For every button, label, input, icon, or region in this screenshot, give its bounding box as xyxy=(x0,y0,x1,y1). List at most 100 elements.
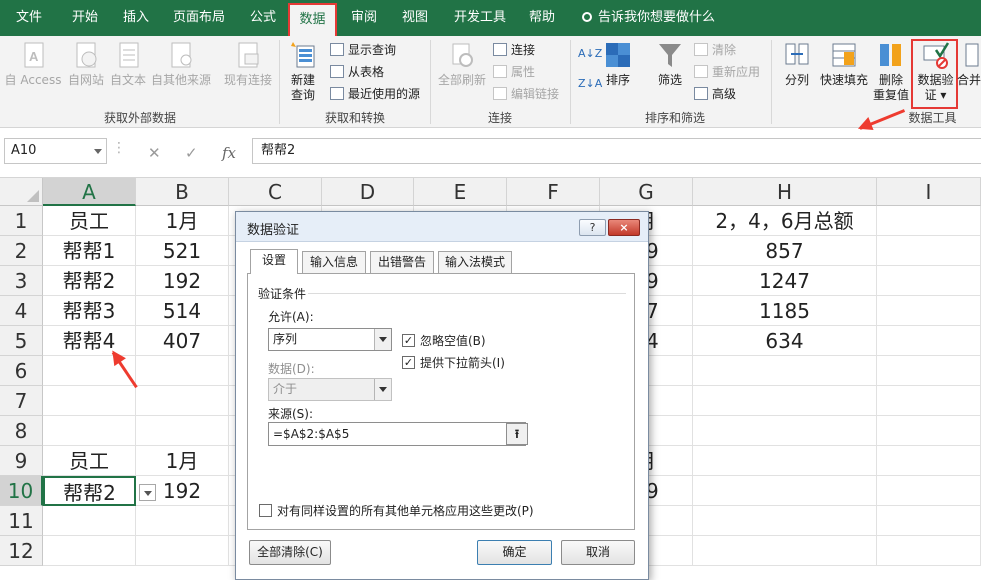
cell-h9[interactable] xyxy=(693,446,877,476)
cell-a9[interactable]: 员工 xyxy=(43,446,136,476)
cell-a4[interactable]: 帮帮3 xyxy=(43,296,136,326)
cell-h11[interactable] xyxy=(693,506,877,536)
source-input[interactable]: =$A$2:$A$5 xyxy=(268,422,526,446)
tab-developer[interactable]: 开发工具 xyxy=(444,0,516,36)
cell-i11[interactable] xyxy=(877,506,981,536)
tab-page-layout[interactable]: 页面布局 xyxy=(162,0,236,36)
cell-b2[interactable]: 521 xyxy=(136,236,229,266)
cell-i3[interactable] xyxy=(877,266,981,296)
data-select[interactable]: 介于 xyxy=(268,378,392,401)
row-header-6[interactable]: 6 xyxy=(0,356,43,386)
tab-error-alert[interactable]: 出错警告 xyxy=(370,251,434,273)
connections-button[interactable]: 连接 xyxy=(493,40,535,60)
cell-dropdown-arrow-icon[interactable] xyxy=(139,484,156,501)
row-header-8[interactable]: 8 xyxy=(0,416,43,446)
cell-h6[interactable] xyxy=(693,356,877,386)
sort-button[interactable]: 排序 xyxy=(601,40,635,88)
chevron-down-icon[interactable] xyxy=(374,379,391,400)
existing-connections-button[interactable]: 现有连接 xyxy=(220,40,276,88)
cell-a5[interactable]: 帮帮4 xyxy=(43,326,136,356)
cell-b4[interactable]: 514 xyxy=(136,296,229,326)
from-web-button[interactable]: 自网站 xyxy=(64,40,108,88)
column-header-d[interactable]: D xyxy=(322,178,414,206)
edit-links-button[interactable]: 编辑链接 xyxy=(493,84,559,104)
cell-b8[interactable] xyxy=(136,416,229,446)
from-other-sources-button[interactable]: 自其他来源 xyxy=(148,40,214,88)
cell-h4[interactable]: 1185 xyxy=(693,296,877,326)
cell-i1[interactable] xyxy=(877,206,981,236)
row-header-7[interactable]: 7 xyxy=(0,386,43,416)
column-header-c[interactable]: C xyxy=(229,178,322,206)
from-access-button[interactable]: A 自 Access xyxy=(4,40,62,88)
cell-a8[interactable] xyxy=(43,416,136,446)
sort-descending-button[interactable]: Z↓A xyxy=(578,74,602,94)
row-header-3[interactable]: 3 xyxy=(0,266,43,296)
recent-sources-button[interactable]: 最近使用的源 xyxy=(330,84,420,104)
chevron-down-icon[interactable] xyxy=(374,329,391,350)
row-header-10[interactable]: 10 xyxy=(0,476,43,506)
tab-help[interactable]: 帮助 xyxy=(520,0,564,36)
cell-i7[interactable] xyxy=(877,386,981,416)
clear-filter-button[interactable]: 清除 xyxy=(694,40,736,60)
tab-insert[interactable]: 插入 xyxy=(112,0,160,36)
tab-settings[interactable]: 设置 xyxy=(250,249,298,274)
formula-input[interactable]: 帮帮2 xyxy=(252,138,981,164)
from-text-button[interactable]: 自文本 xyxy=(108,40,148,88)
row-header-11[interactable]: 11 xyxy=(0,506,43,536)
ok-button[interactable]: 确定 xyxy=(477,540,552,565)
cell-i12[interactable] xyxy=(877,536,981,566)
column-header-h[interactable]: H xyxy=(693,178,877,206)
row-header-1[interactable]: 1 xyxy=(0,206,43,236)
clear-all-button[interactable]: 全部清除(C) xyxy=(249,540,331,565)
cell-a3[interactable]: 帮帮2 xyxy=(43,266,136,296)
remove-duplicates-button[interactable]: 删除 重复值 xyxy=(870,40,912,103)
column-header-a[interactable]: A xyxy=(43,178,136,206)
tab-home[interactable]: 开始 xyxy=(60,0,110,36)
cell-b1[interactable]: 1月 xyxy=(136,206,229,236)
in-cell-dropdown-checkbox[interactable]: ✓ xyxy=(402,356,415,369)
tab-view[interactable]: 视图 xyxy=(392,0,438,36)
cell-h1[interactable]: 2，4，6月总额 xyxy=(693,206,877,236)
sort-ascending-button[interactable]: A↓Z xyxy=(578,44,602,64)
cell-h8[interactable] xyxy=(693,416,877,446)
cell-a11[interactable] xyxy=(43,506,136,536)
cell-h3[interactable]: 1247 xyxy=(693,266,877,296)
tab-input-message[interactable]: 输入信息 xyxy=(302,251,366,273)
tell-me-search[interactable]: 告诉我你想要做什么 xyxy=(582,0,715,36)
cancel-x-icon[interactable]: ✕ xyxy=(148,144,161,162)
apply-all-checkbox[interactable] xyxy=(259,504,272,517)
cell-a1[interactable]: 员工 xyxy=(43,206,136,236)
refresh-all-button[interactable]: 全部刷新 xyxy=(434,40,490,88)
cell-b7[interactable] xyxy=(136,386,229,416)
advanced-filter-button[interactable]: 高级 xyxy=(694,84,736,104)
cell-b5[interactable]: 407 xyxy=(136,326,229,356)
row-header-2[interactable]: 2 xyxy=(0,236,43,266)
cell-i6[interactable] xyxy=(877,356,981,386)
flash-fill-button[interactable]: 快速填充 xyxy=(818,40,870,88)
cell-h2[interactable]: 857 xyxy=(693,236,877,266)
column-header-i[interactable]: I xyxy=(877,178,981,206)
cell-a2[interactable]: 帮帮1 xyxy=(43,236,136,266)
cell-i9[interactable] xyxy=(877,446,981,476)
cell-i8[interactable] xyxy=(877,416,981,446)
cell-b3[interactable]: 192 xyxy=(136,266,229,296)
cell-a12[interactable] xyxy=(43,536,136,566)
tab-data[interactable]: 数据 xyxy=(288,3,337,36)
tab-formulas[interactable]: 公式 xyxy=(240,0,286,36)
text-to-columns-button[interactable]: 分列 xyxy=(778,40,816,88)
column-header-e[interactable]: E xyxy=(414,178,507,206)
confirm-check-icon[interactable]: ✓ xyxy=(185,144,198,162)
row-header-4[interactable]: 4 xyxy=(0,296,43,326)
tab-file[interactable]: 文件 xyxy=(6,0,52,36)
reapply-button[interactable]: 重新应用 xyxy=(694,62,760,82)
cell-b12[interactable] xyxy=(136,536,229,566)
tab-review[interactable]: 审阅 xyxy=(340,0,388,36)
cell-i4[interactable] xyxy=(877,296,981,326)
cell-b9[interactable]: 1月 xyxy=(136,446,229,476)
collapse-dialog-button[interactable]: ⭱ xyxy=(506,423,528,445)
filter-button[interactable]: 筛选 xyxy=(650,40,690,88)
cancel-button[interactable]: 取消 xyxy=(561,540,635,565)
insert-function-icon[interactable]: fx xyxy=(222,144,236,162)
show-queries-button[interactable]: 显示查询 xyxy=(330,40,396,60)
cell-h5[interactable]: 634 xyxy=(693,326,877,356)
